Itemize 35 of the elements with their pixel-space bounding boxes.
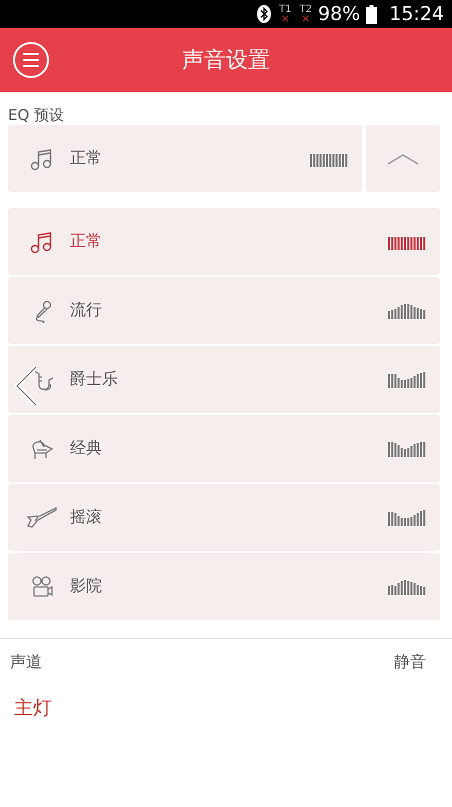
- equalizer-icon: [388, 509, 426, 526]
- mute-label[interactable]: 静音: [394, 652, 426, 673]
- preset-item[interactable]: 摇滚: [8, 484, 440, 551]
- battery-icon: [366, 4, 378, 24]
- section-label: EQ 预设: [7, 105, 66, 125]
- preset-name: 爵士乐: [70, 369, 119, 390]
- preset-item[interactable]: 流行: [8, 277, 440, 344]
- preset-name: 正常: [70, 231, 103, 252]
- equalizer-icon: [388, 371, 426, 388]
- battery-percent: 98%: [318, 3, 360, 25]
- channel-value[interactable]: 主灯: [0, 673, 52, 721]
- preset-item[interactable]: 爵士乐: [8, 346, 440, 413]
- screen-title: 声音设置: [181, 47, 271, 75]
- no-signal-mark: ×: [301, 14, 310, 24]
- equalizer-icon: [388, 302, 426, 319]
- chevron-up-icon: [387, 152, 419, 164]
- channel-label: 声道: [10, 652, 42, 673]
- equalizer-icon: [388, 578, 426, 595]
- preset-name: 摇滚: [70, 507, 103, 528]
- sim-label: T2: [300, 4, 312, 15]
- preset-name: 流行: [70, 300, 103, 321]
- bluetooth-icon: [257, 5, 272, 23]
- preset-name: 影院: [70, 576, 103, 597]
- preset-item[interactable]: 正常: [8, 208, 440, 275]
- guitar-icon: [26, 506, 58, 530]
- preset-item[interactable]: 经典: [8, 415, 440, 482]
- preset-dropdown[interactable]: 正常: [8, 125, 362, 192]
- preset-name: 正常: [70, 148, 103, 169]
- sim-label: T1: [279, 4, 292, 15]
- no-signal-mark: ×: [280, 14, 290, 24]
- preset-name: 经典: [70, 438, 103, 459]
- clock: 15:24: [389, 3, 444, 25]
- menu-icon[interactable]: [12, 41, 50, 79]
- equalizer-icon: [388, 440, 426, 457]
- preset-item[interactable]: 影院: [8, 553, 440, 620]
